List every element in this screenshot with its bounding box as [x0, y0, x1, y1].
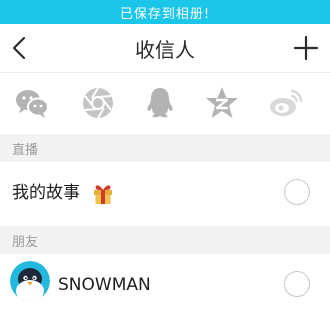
share-qzone[interactable] — [204, 85, 240, 121]
share-weibo[interactable] — [268, 85, 304, 121]
qzone-icon — [206, 87, 238, 118]
share-moments[interactable] — [80, 85, 116, 121]
share-wechat[interactable] — [14, 85, 50, 121]
my-story-radio[interactable] — [284, 179, 310, 205]
weibo-icon — [270, 89, 303, 116]
avatar-icon — [10, 261, 50, 301]
back-button[interactable] — [8, 32, 36, 64]
toast-text: 已保存到相册! — [119, 6, 211, 22]
nav-bar: 收信人 — [0, 24, 330, 72]
plus-icon — [293, 35, 319, 61]
section-live-label: 直播 — [12, 142, 39, 158]
wechat-icon — [16, 90, 49, 118]
chevron-left-icon — [12, 36, 26, 60]
share-qq[interactable] — [142, 85, 178, 121]
gift-icon — [94, 185, 112, 204]
page-title: 收信人 — [135, 37, 195, 62]
list-item-snowman[interactable]: SNOWMAN — [0, 254, 330, 316]
moments-icon — [83, 87, 113, 119]
add-recipient-button[interactable] — [292, 33, 320, 63]
my-story-label: 我的故事 — [12, 183, 80, 203]
qq-icon — [147, 88, 173, 118]
section-friends-label: 朋友 — [12, 234, 39, 250]
section-header-friends: 朋友 — [0, 226, 330, 254]
snowman-radio[interactable] — [284, 271, 310, 297]
saved-toast: 已保存到相册! — [0, 0, 330, 24]
snowman-name: SNOWMAN — [58, 275, 151, 295]
avatar — [10, 261, 50, 301]
list-item-my-story[interactable]: 我的故事 — [0, 162, 330, 224]
share-targets — [0, 72, 330, 133]
section-header-live: 直播 — [0, 134, 330, 162]
